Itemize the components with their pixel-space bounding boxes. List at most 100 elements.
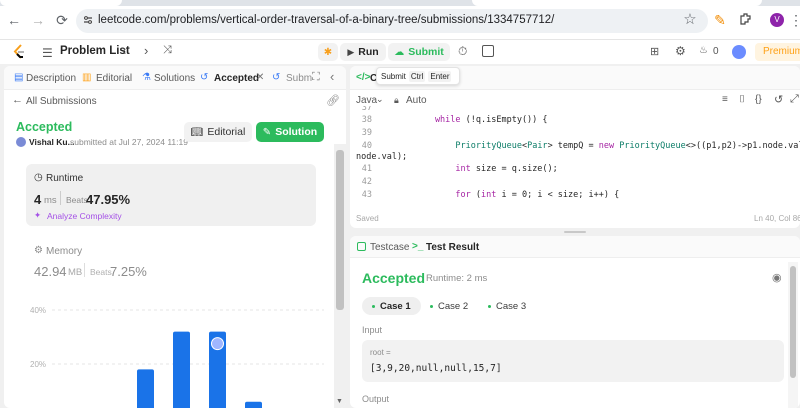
tab-strip <box>0 0 800 6</box>
list-icon[interactable]: ☰ <box>42 46 53 60</box>
leetcode-logo-icon[interactable] <box>12 44 26 60</box>
back-arrow-icon[interactable]: ← <box>12 94 23 106</box>
timer-icon[interactable]: ⏱ <box>458 44 467 59</box>
user-avatar[interactable] <box>732 45 746 59</box>
eye-icon[interactable]: ◉ <box>772 271 782 284</box>
username[interactable]: Vishal Ku... <box>29 137 75 147</box>
notes-icon[interactable] <box>482 45 494 57</box>
link-icon[interactable]: 🔗︎ <box>326 94 340 107</box>
tab-test-result[interactable]: Test Result <box>426 242 479 253</box>
collapse-icon[interactable]: ‹ <box>330 69 334 84</box>
run-button[interactable]: ▶ Run <box>340 43 386 61</box>
browser-tab[interactable] <box>472 0 762 6</box>
browser-tab[interactable] <box>0 0 122 6</box>
chevron-down-icon[interactable]: ⌄ <box>376 94 384 105</box>
fullscreen-icon[interactable]: ⤢ <box>790 93 799 106</box>
shuffle-icon[interactable]: ⤨ <box>163 44 172 57</box>
extension-pen-icon[interactable]: ✎ <box>712 12 728 28</box>
forward-icon[interactable]: → <box>30 12 46 28</box>
memory-beats-label: Beats <box>90 267 112 277</box>
address-bar[interactable]: leetcode.com/problems/vertical-order-tra… <box>76 9 708 33</box>
book-icon: 📖︎ <box>190 126 204 138</box>
case-3-tab[interactable]: Case 3 <box>478 297 536 315</box>
solution-button[interactable]: ✎ Solution <box>256 122 324 142</box>
vertical-resize-handle[interactable] <box>564 231 586 233</box>
case-label: Case 2 <box>438 300 469 312</box>
cloud-upload-icon: ☁ <box>394 46 405 58</box>
tab-solutions[interactable]: Solutions <box>154 73 195 84</box>
editorial-button-label: Editorial <box>207 126 246 138</box>
y-tick-label: 20% <box>30 360 46 369</box>
chart-svg: 40% 20% <box>30 306 324 408</box>
tab-accepted[interactable]: Accepted <box>214 73 259 84</box>
premium-button[interactable]: Premium <box>755 43 800 61</box>
chart-bar[interactable] <box>137 369 154 408</box>
case-2-tab[interactable]: Case 2 <box>420 297 478 315</box>
your-submission-marker <box>211 337 224 351</box>
left-panel: ▤ Description ▥ Editorial ⚗ Solutions ↺ … <box>4 66 346 408</box>
code-keyword: while <box>394 115 461 125</box>
memory-unit: MB <box>68 267 83 278</box>
case-label: Case 1 <box>380 300 411 312</box>
status-accepted: Accepted <box>16 120 73 134</box>
chart-bar[interactable] <box>173 331 190 408</box>
bookmark-icon[interactable]: ⌷ <box>739 94 745 105</box>
variable-name: root = <box>370 348 391 357</box>
layout-grid-icon[interactable]: ⊞ <box>650 45 659 58</box>
analyze-complexity-link[interactable]: Analyze Complexity <box>47 211 122 221</box>
flame-icon[interactable]: ♨ <box>699 45 708 56</box>
line-number: 41 <box>361 164 372 174</box>
code-keyword: int <box>481 190 497 200</box>
code-area[interactable]: 37 38 while (!q.isEmpty()) { 39 40 Prior… <box>350 106 800 202</box>
extensions-icon[interactable] <box>738 12 754 28</box>
prev-problem-icon[interactable]: ‹ <box>122 43 126 58</box>
language-select[interactable]: Java <box>356 95 377 106</box>
scroll-down-icon[interactable]: ▼ <box>336 398 343 405</box>
problem-list-link[interactable]: Problem List <box>60 45 130 57</box>
lock-icon: 🔒︎ <box>394 95 399 105</box>
variable-value: [3,9,20,null,null,15,7] <box>370 363 502 374</box>
runtime-label: Runtime <box>46 173 84 184</box>
expand-icon[interactable]: ⛶ <box>312 71 320 84</box>
submit-button[interactable]: ☁ Submit <box>388 43 450 61</box>
close-tab-icon[interactable]: ✕ <box>256 72 264 83</box>
code-icon[interactable]: </> <box>356 72 370 83</box>
back-icon[interactable]: ← <box>6 12 22 28</box>
editorial-button[interactable]: 📖︎ Editorial <box>184 122 252 142</box>
all-submissions-link[interactable]: All Submissions <box>26 96 97 107</box>
menu-dots-icon[interactable]: ⋮ <box>788 12 800 28</box>
tab-submissions[interactable]: Subm <box>286 73 312 84</box>
user-avatar-small <box>16 137 26 147</box>
settings-gear-icon[interactable]: ⚙ <box>675 44 686 58</box>
history-icon: ↺ <box>200 72 209 83</box>
case-1-tab[interactable]: Case 1 <box>362 297 421 315</box>
result-runtime: Runtime: 2 ms <box>426 273 488 284</box>
reload-icon[interactable]: ⟳ <box>54 12 70 28</box>
profile-avatar[interactable]: V <box>770 13 784 27</box>
tab-editorial[interactable]: Editorial <box>96 73 132 84</box>
code-type: Pair <box>527 141 548 151</box>
braces-icon[interactable]: {} <box>755 94 762 105</box>
input-value-box[interactable]: root = [3,9,20,null,null,15,7] <box>362 340 784 382</box>
code-line: int size = q.size(); <box>455 164 558 174</box>
chart-bar[interactable] <box>245 401 262 408</box>
console-panel: Testcase >_ Test Result Accepted Runtime… <box>350 236 800 408</box>
bookmark-star-icon[interactable]: ☆ <box>682 12 698 28</box>
pass-dot <box>430 304 433 308</box>
reset-icon[interactable]: ↺ <box>774 93 783 106</box>
editorial-icon: ▥ <box>82 72 92 83</box>
site-info-icon[interactable] <box>83 15 93 25</box>
runtime-beats: 47.95% <box>86 192 131 207</box>
mode-label[interactable]: Auto <box>406 95 427 106</box>
input-label: Input <box>362 325 383 335</box>
next-problem-icon[interactable]: › <box>144 43 148 58</box>
tab-description[interactable]: Description <box>26 73 76 84</box>
format-icon[interactable]: ≡ <box>722 94 728 105</box>
console-scrollbar-thumb[interactable] <box>790 266 796 378</box>
pass-dot <box>372 304 375 308</box>
streak-count: 0 <box>713 46 719 57</box>
left-scrollbar-thumb[interactable] <box>336 150 344 310</box>
debug-button[interactable]: ✱ <box>318 43 338 61</box>
code-keyword: int <box>455 164 471 174</box>
tab-testcase[interactable]: Testcase <box>370 242 409 253</box>
